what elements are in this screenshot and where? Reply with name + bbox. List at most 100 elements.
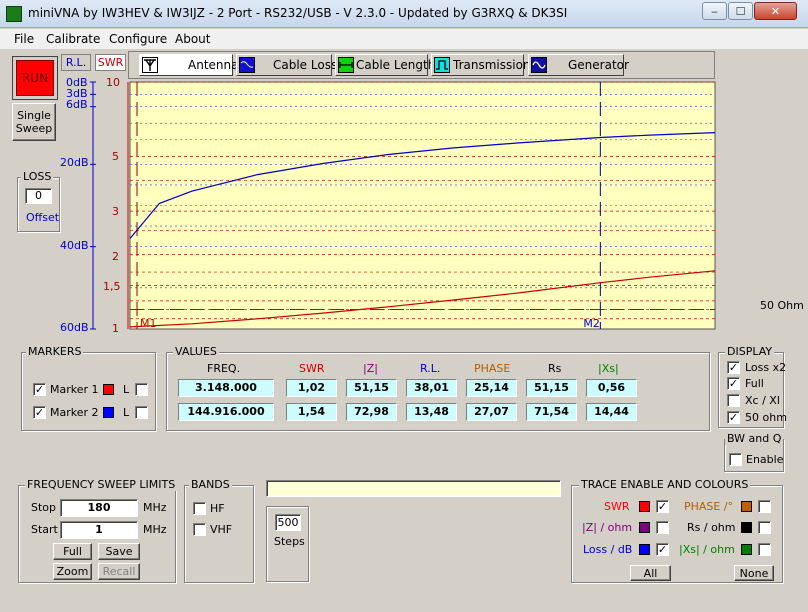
cable-length-icon: [338, 57, 354, 73]
steps-input[interactable]: 500: [275, 514, 301, 531]
minimize-button[interactable]: ‒: [702, 2, 727, 20]
loss-x2-label: Loss x2: [745, 361, 787, 374]
trace-swr-label: SWR: [604, 500, 630, 513]
display-title: DISPLAY: [725, 345, 775, 358]
trace-z-color[interactable]: [639, 522, 650, 533]
menu-about[interactable]: About: [175, 32, 210, 46]
generator-icon: [531, 57, 547, 73]
trace-loss-label: Loss / dB: [583, 543, 633, 556]
hf-label: HF: [210, 502, 225, 515]
trace-rs-checkbox[interactable]: [758, 521, 771, 534]
m2-swr-value: 1,54: [286, 403, 337, 421]
fifty-ohm-checkbox[interactable]: ✓: [727, 411, 740, 424]
xc-xl-checkbox[interactable]: [727, 394, 740, 407]
rl-tick: 6dB: [66, 98, 88, 111]
tab-cable-loss[interactable]: Cable Loss: [236, 54, 337, 76]
window-title: miniVNA by IW3HEV & IW3IJZ - 2 Port - RS…: [28, 6, 568, 20]
marker1-color[interactable]: [103, 384, 114, 395]
vhf-label: VHF: [210, 523, 233, 536]
status-bar: [266, 480, 561, 497]
m1-z-value: 51,15: [346, 379, 397, 397]
cable-loss-icon: [239, 57, 255, 73]
bw-q-group: BW and Q Enable: [724, 432, 784, 472]
app-icon: [6, 6, 22, 22]
marker1-l-label: L: [123, 383, 130, 396]
steps-label: Steps: [274, 535, 305, 548]
m1-rl-value: 38,01: [406, 379, 457, 397]
m2-rs-value: 71,54: [526, 403, 577, 421]
xc-xl-label: Xc / Xl: [745, 394, 780, 407]
vhf-checkbox[interactable]: [193, 523, 206, 536]
start-frequency-input[interactable]: 1: [60, 521, 138, 539]
hf-checkbox[interactable]: [193, 502, 206, 515]
trace-swr-color[interactable]: [639, 501, 650, 512]
tab-antenna[interactable]: Antenna: [139, 54, 238, 76]
sweep-limits-group: FREQUENCY SWEEP LIMITS Stop 180 MHz Star…: [18, 478, 178, 583]
header-freq: FREQ.: [207, 362, 241, 375]
zoom-button[interactable]: Zoom: [53, 563, 92, 580]
header-z: |Z|: [363, 362, 378, 375]
values-group: VALUES FREQ. SWR |Z| R.L. PHASE Rs |Xs| …: [166, 345, 710, 431]
recall-button[interactable]: Recall: [98, 563, 140, 580]
start-unit: MHz: [143, 523, 167, 536]
m2-freq-value: 144.916.000: [178, 403, 274, 421]
rl-tick: 60dB: [60, 321, 89, 334]
title-bar: miniVNA by IW3HEV & IW3IJZ - 2 Port - RS…: [0, 0, 808, 28]
marker2-checkbox[interactable]: ✓: [33, 406, 46, 419]
menu-calibrate[interactable]: Calibrate: [46, 32, 100, 46]
marker1-label: Marker 1: [50, 383, 99, 396]
trace-xs-checkbox[interactable]: [758, 543, 771, 556]
start-label: Start: [31, 523, 58, 536]
marker1-checkbox[interactable]: ✓: [33, 383, 46, 396]
bw-q-title: BW and Q: [725, 432, 784, 445]
full-button[interactable]: Full: [53, 543, 92, 560]
full-checkbox[interactable]: ✓: [727, 377, 740, 390]
single-sweep-button[interactable]: Single Sweep: [12, 103, 56, 141]
trace-z-checkbox[interactable]: [656, 521, 669, 534]
m1-freq-value: 3.148.000: [178, 379, 274, 397]
m1-swr-value: 1,02: [286, 379, 337, 397]
tab-cable-length-label: Cable Length: [356, 58, 436, 72]
run-label: RUN: [16, 60, 54, 96]
trace-loss-checkbox[interactable]: ✓: [656, 543, 669, 556]
marker2-color[interactable]: [103, 407, 114, 418]
header-xs: |Xs|: [598, 362, 619, 375]
tab-transmission-label: Transmission: [453, 58, 531, 72]
bands-group: BANDS HF VHF: [184, 478, 254, 583]
swr-axis-tab[interactable]: SWR: [95, 54, 126, 71]
trace-rs-color[interactable]: [741, 522, 752, 533]
trace-phase-color[interactable]: [741, 501, 752, 512]
tab-generator[interactable]: Generator: [528, 54, 629, 76]
run-button[interactable]: RUN: [12, 56, 58, 100]
stop-frequency-input[interactable]: 180: [60, 499, 138, 517]
trace-group: TRACE ENABLE AND COLOURS SWR ✓ |Z| / ohm…: [571, 478, 783, 583]
menu-configure[interactable]: Configure: [109, 32, 167, 46]
maximize-button[interactable]: ☐: [728, 2, 753, 20]
trace-phase-label: PHASE /°: [684, 500, 734, 513]
steps-group: 500 Steps: [266, 506, 309, 582]
trace-phase-checkbox[interactable]: [758, 500, 771, 513]
trace-xs-color[interactable]: [741, 544, 752, 555]
all-traces-button[interactable]: All: [630, 565, 671, 581]
tab-cable-length[interactable]: Cable Length: [335, 54, 435, 76]
trace-swr-checkbox[interactable]: ✓: [656, 500, 669, 513]
rl-tick: 20dB: [60, 156, 89, 169]
loss-title: LOSS: [21, 170, 54, 183]
marker1-l-checkbox[interactable]: [135, 383, 148, 396]
trace-loss-color[interactable]: [639, 544, 650, 555]
bw-q-enable-label: Enable: [746, 453, 784, 466]
bw-q-enable-checkbox[interactable]: [729, 453, 742, 466]
loss-offset-input[interactable]: 0: [25, 188, 52, 204]
menu-file[interactable]: File: [14, 32, 34, 46]
marker-1-label: M1: [140, 317, 157, 330]
marker2-l-checkbox[interactable]: [135, 406, 148, 419]
loss-x2-checkbox[interactable]: ✓: [727, 361, 740, 374]
m2-xs-value: 14,44: [586, 403, 637, 421]
save-button[interactable]: Save: [98, 543, 140, 560]
tab-transmission[interactable]: Transmission: [431, 54, 531, 76]
no-traces-button[interactable]: None: [734, 565, 774, 581]
header-rl: R.L.: [420, 362, 441, 375]
close-button[interactable]: ✕: [754, 2, 797, 20]
chart-area[interactable]: M1 M2: [90, 78, 720, 334]
rl-axis-tab[interactable]: R.L.: [61, 54, 91, 71]
